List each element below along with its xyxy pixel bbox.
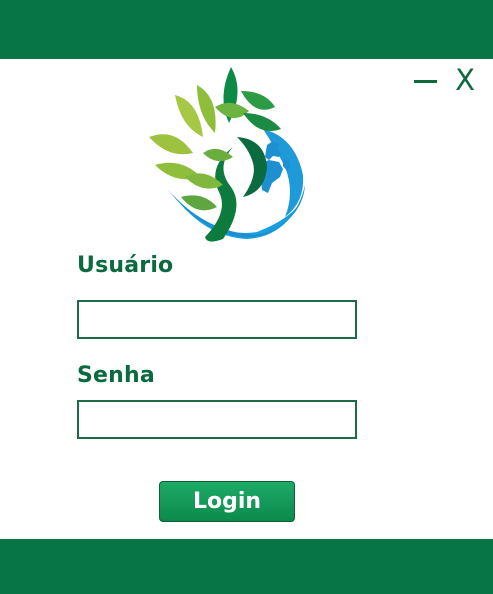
tree-globe-logo — [149, 67, 305, 242]
close-icon: X — [455, 63, 475, 97]
login-button[interactable]: Login — [159, 481, 295, 522]
minimize-icon — [413, 79, 437, 83]
username-label: Usuário — [77, 253, 174, 278]
login-window: X Usuário Senha Login — [0, 0, 493, 594]
title-bar[interactable] — [0, 0, 493, 59]
close-button[interactable]: X — [450, 64, 480, 96]
password-input[interactable] — [77, 400, 357, 439]
minimize-button[interactable] — [410, 64, 440, 96]
password-label: Senha — [77, 363, 155, 388]
footer-bar — [0, 539, 493, 594]
username-input[interactable] — [77, 300, 357, 339]
